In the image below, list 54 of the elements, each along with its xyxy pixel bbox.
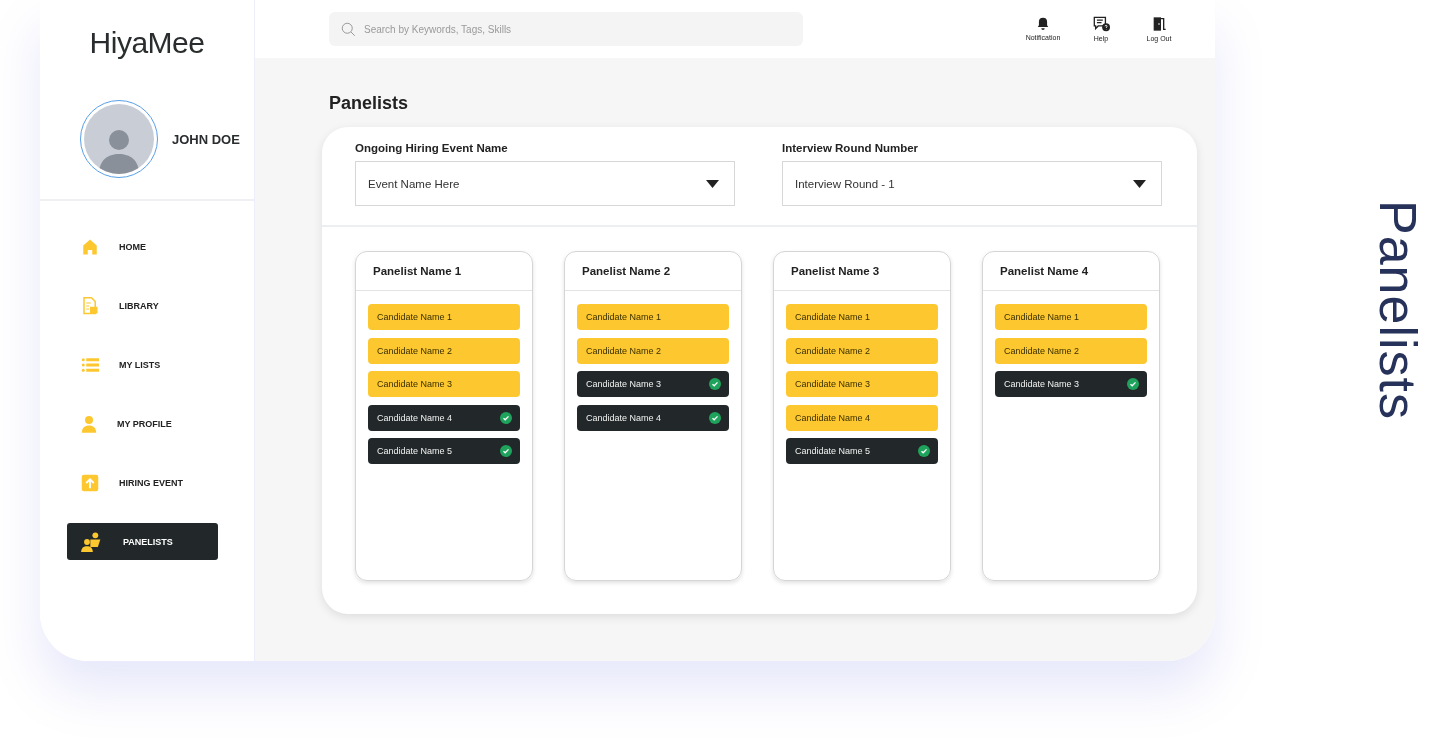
candidate-item[interactable]: Candidate Name 2 [995,337,1147,364]
candidate-item[interactable]: Candidate Name 5 [786,438,938,464]
panelist-name: Panelist Name 3 [791,265,880,277]
candidate-item[interactable]: Candidate Name 2 [368,337,520,364]
candidate-item[interactable]: Candidate Name 1 [995,304,1147,330]
check-icon [1127,378,1139,390]
dropdown[interactable]: Event Name Here [355,161,735,206]
dropdown[interactable]: Interview Round - 1 [782,161,1162,206]
help-icon [1092,16,1110,32]
sidebar-item[interactable]: HOME [67,228,218,265]
page-title: Panelists [329,93,409,113]
field-label: Ongoing Hiring Event Name [355,142,509,154]
candidate-item[interactable]: Candidate Name 1 [577,304,729,330]
sidebar-item[interactable]: PANELISTS [67,523,218,560]
candidate-item[interactable]: Candidate Name 3 [995,371,1147,397]
candidate-item[interactable]: Candidate Name 2 [786,337,938,364]
candidate-item[interactable]: Candidate Name 4 [786,404,938,431]
check-icon [918,445,930,457]
sidebar-item[interactable]: MY LISTS [67,346,218,383]
side-caption: Panelists [1368,200,1428,420]
panelist-name: Panelist Name 1 [373,265,462,277]
home-icon [81,237,99,256]
check-icon [709,411,721,424]
check-icon [500,445,512,457]
candidate-item[interactable]: Candidate Name 4 [577,404,729,431]
candidate-item[interactable]: Candidate Name 5 [368,438,520,464]
sidebar-item[interactable]: HIRING EVENT [67,464,218,501]
candidate-item[interactable]: Candidate Name 1 [368,304,520,330]
candidate-item[interactable]: Candidate Name 3 [368,371,520,397]
candidate-item[interactable]: Candidate Name 3 [577,371,729,397]
check-icon [500,411,512,424]
door-icon [1151,16,1167,32]
search-field[interactable]: Search by Keywords, Tags, Skills [329,12,803,46]
candidate-item[interactable]: Candidate Name 1 [786,304,938,330]
user-name: JOHN DOE [172,131,240,147]
caret-icon [706,179,719,188]
list-icon [81,356,99,373]
candidate-item[interactable]: Candidate Name 3 [786,371,938,397]
upload-icon [81,473,99,492]
caret-icon [1133,179,1146,188]
candidate-item[interactable]: Candidate Name 2 [577,337,729,364]
panelist-name: Panelist Name 4 [1000,265,1089,277]
person-icon [81,414,97,433]
document-icon [81,295,99,316]
check-icon [709,378,721,390]
bell-icon [1036,16,1050,31]
search-icon [341,22,356,37]
candidate-item[interactable]: Candidate Name 4 [368,404,520,431]
sidebar-item[interactable]: LIBRARY [67,287,218,324]
logo: HiyaMee [89,26,205,61]
panelist-name: Panelist Name 2 [582,265,671,277]
sidebar-item[interactable]: MY PROFILE [67,405,218,442]
field-label: Interview Round Number [782,142,920,154]
people-icon [81,531,103,552]
